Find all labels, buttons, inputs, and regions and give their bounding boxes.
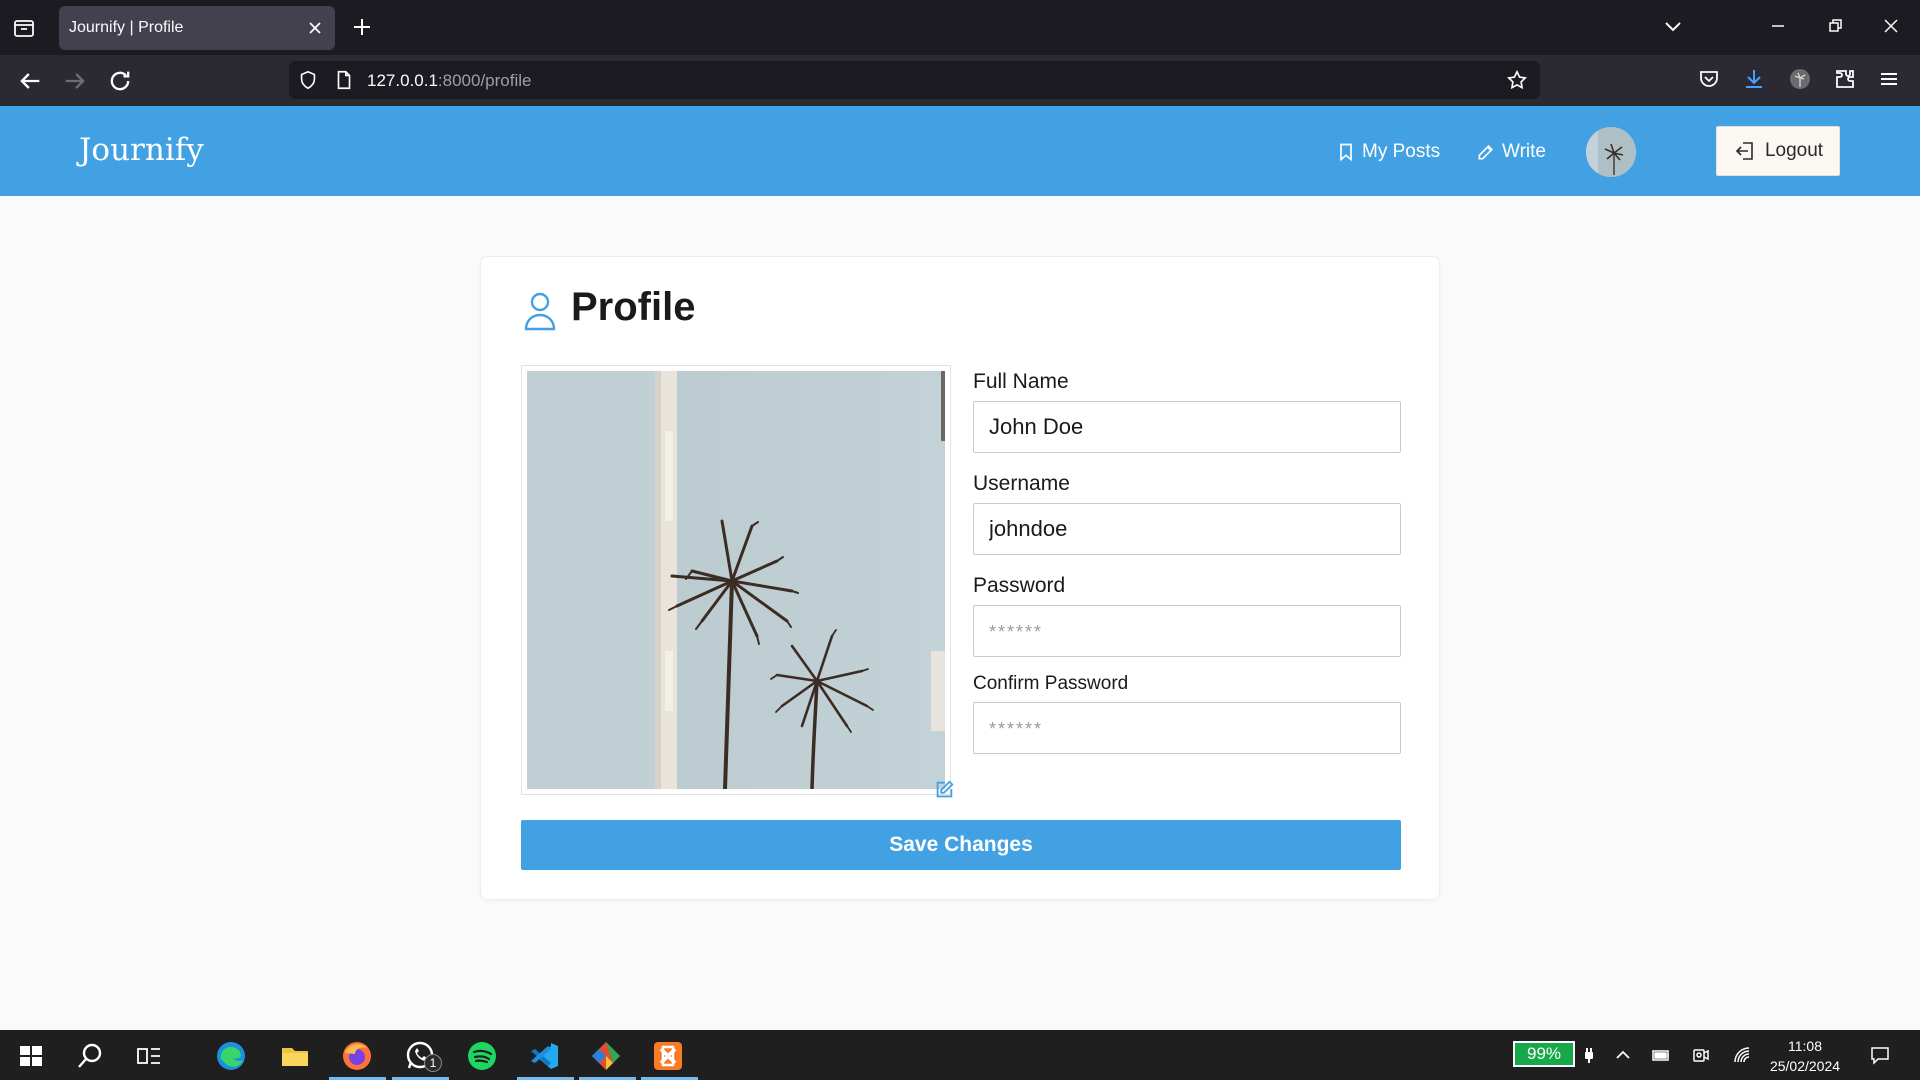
logout-button[interactable]: Logout <box>1716 126 1840 176</box>
header-avatar[interactable] <box>1586 127 1636 177</box>
close-tab-icon[interactable] <box>305 18 325 38</box>
url-path: :8000/profile <box>437 71 532 90</box>
full-name-input[interactable] <box>973 401 1401 453</box>
bookmark-icon <box>1340 143 1352 162</box>
address-bar[interactable]: 127.0.0.1:8000/profile <box>289 61 1540 99</box>
plug-icon <box>1579 1045 1599 1065</box>
full-name-label: Full Name <box>973 370 1069 393</box>
url-text[interactable]: 127.0.0.1:8000/profile <box>367 71 531 91</box>
battery-indicator[interactable]: 99% <box>1513 1041 1575 1067</box>
profile-card: Profile Full Name John Doe Username john… <box>480 256 1440 900</box>
xampp-icon[interactable] <box>651 1039 685 1073</box>
menu-icon[interactable] <box>1877 67 1903 93</box>
tab-title: Journify | Profile <box>69 19 184 36</box>
page-title: Profile <box>571 285 696 329</box>
close-window-icon[interactable] <box>1879 14 1903 38</box>
edit-photo-icon[interactable] <box>933 779 955 801</box>
password-input[interactable] <box>973 605 1401 657</box>
profile-photo-frame <box>521 365 951 795</box>
minimize-icon[interactable] <box>1766 14 1790 38</box>
logout-icon <box>1735 142 1753 160</box>
restore-icon[interactable] <box>1823 14 1847 38</box>
pocket-icon[interactable] <box>1697 67 1723 93</box>
confirm-password-label: Confirm Password <box>973 673 1129 694</box>
system-clock[interactable]: 11:08 25/02/2024 <box>1765 1036 1845 1076</box>
extensions-icon[interactable] <box>1833 67 1859 93</box>
write-label: Write <box>1502 141 1546 162</box>
shield-icon[interactable] <box>297 69 319 91</box>
edge-icon[interactable] <box>214 1039 248 1073</box>
browser-tab-bar: Journify | Profile <box>0 0 1920 55</box>
my-posts-label: My Posts <box>1362 141 1441 162</box>
notifications-icon[interactable] <box>1870 1045 1890 1065</box>
save-changes-button[interactable]: Save Changes <box>521 820 1401 870</box>
clock-date: 25/02/2024 <box>1769 1058 1841 1074</box>
git-gui-icon[interactable] <box>589 1039 623 1073</box>
url-host: 127.0.0.1 <box>367 71 438 90</box>
username-input[interactable] <box>973 503 1401 555</box>
bookmark-star-icon[interactable] <box>1506 69 1528 91</box>
username-label: Username <box>973 472 1070 495</box>
vscode-icon[interactable] <box>527 1039 561 1073</box>
windows-start-icon[interactable] <box>14 1039 48 1073</box>
write-link[interactable]: Write <box>1476 140 1546 164</box>
network-icon[interactable] <box>1732 1045 1752 1065</box>
confirm-password-input[interactable] <box>973 702 1401 754</box>
clock-time: 11:08 <box>1788 1038 1822 1054</box>
forward-icon[interactable] <box>61 67 89 95</box>
tab-list-icon[interactable] <box>12 16 36 40</box>
profile-palm-icon[interactable] <box>1788 67 1814 93</box>
file-explorer-icon[interactable] <box>278 1039 312 1073</box>
chevron-up-icon[interactable] <box>1613 1045 1633 1065</box>
site-header: Journify My Posts Write Logout <box>0 106 1920 196</box>
battery-tray-icon[interactable] <box>1651 1045 1671 1065</box>
camera-icon[interactable] <box>1691 1045 1711 1065</box>
profile-photo[interactable] <box>527 371 945 789</box>
password-label: Password <box>973 574 1066 597</box>
logout-label: Logout <box>1764 140 1824 161</box>
edit-icon <box>1478 144 1494 160</box>
page-icon[interactable] <box>333 69 355 91</box>
downloads-icon[interactable] <box>1742 67 1768 93</box>
user-icon <box>523 291 557 331</box>
tab-overflow-chevron-icon[interactable] <box>1661 14 1685 38</box>
browser-toolbar: 127.0.0.1:8000/profile <box>0 55 1920 106</box>
spotify-icon[interactable] <box>465 1039 499 1073</box>
my-posts-link[interactable]: My Posts <box>1336 140 1440 164</box>
search-icon[interactable] <box>73 1039 107 1073</box>
browser-tab[interactable]: Journify | Profile <box>59 6 335 50</box>
back-icon[interactable] <box>16 67 44 95</box>
task-view-icon[interactable] <box>132 1039 166 1073</box>
whatsapp-badge: 1 <box>424 1054 442 1072</box>
taskbar: 1 99% 11:08 25/02/2024 <box>0 1030 1920 1080</box>
firefox-icon[interactable] <box>340 1039 374 1073</box>
reload-icon[interactable] <box>106 67 134 95</box>
new-tab-icon[interactable] <box>350 15 374 39</box>
brand-logo[interactable]: Journify <box>79 132 204 168</box>
